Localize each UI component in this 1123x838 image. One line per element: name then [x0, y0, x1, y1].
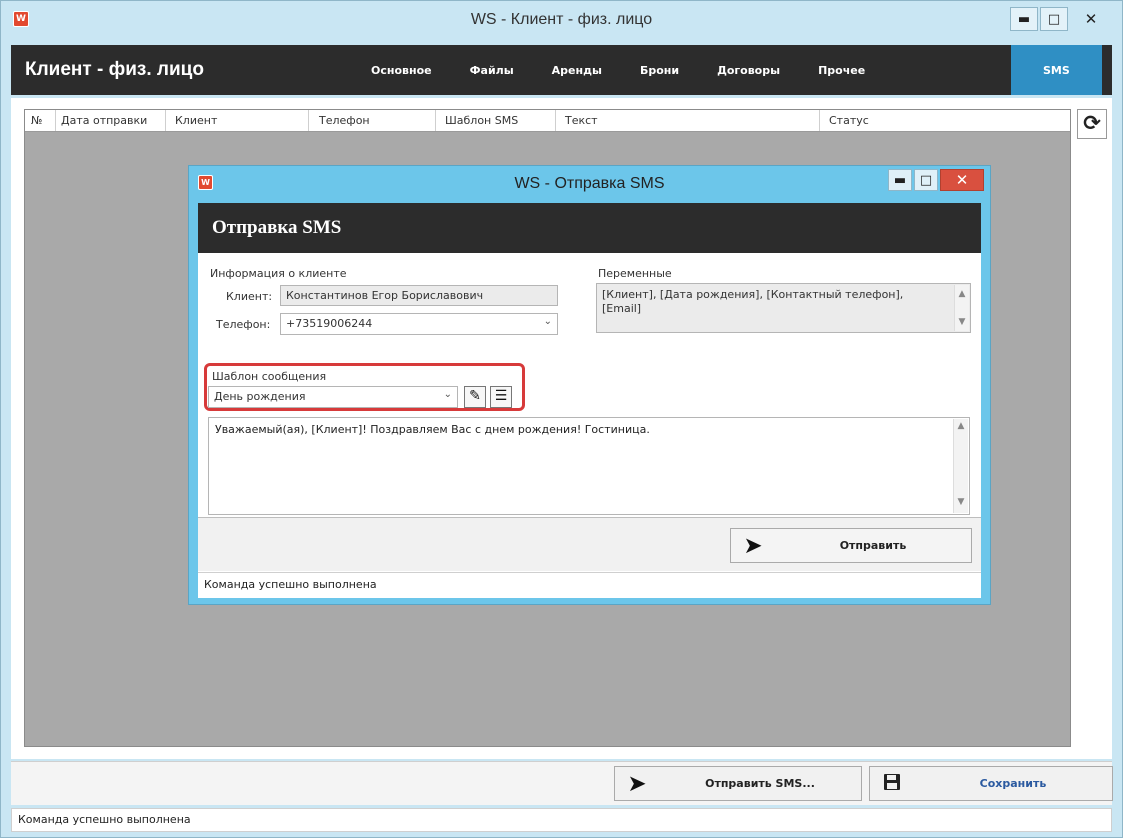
column-phone[interactable]: Телефон — [319, 114, 370, 127]
column-send-date[interactable]: Дата отправки — [61, 114, 147, 127]
column-number[interactable]: № — [31, 114, 42, 127]
tab-main[interactable]: Основное — [359, 45, 444, 95]
message-text: Уважаемый(ая), [Клиент]! Поздравляем Вас… — [215, 423, 650, 436]
save-icon — [870, 771, 914, 797]
client-header: Клиент - физ. лицо Основное Файлы Аренды… — [11, 45, 1112, 95]
client-field-label: Клиент: — [226, 290, 273, 303]
column-text[interactable]: Текст — [565, 114, 598, 127]
dialog-minimize-button[interactable]: ▬ — [888, 169, 912, 191]
column-template[interactable]: Шаблон SMS — [445, 114, 518, 127]
variables-text: [Клиент], [Дата рождения], [Контактный т… — [602, 288, 904, 315]
title-bar: W WS - Клиент - физ. лицо ▬ □ ✕ — [1, 1, 1122, 45]
phone-value: +73519006244 — [286, 317, 373, 330]
tab-rentals[interactable]: Аренды — [540, 45, 614, 95]
refresh-button[interactable]: ⟳ — [1077, 109, 1107, 139]
maximize-icon: □ — [1047, 11, 1061, 27]
column-divider — [555, 110, 556, 131]
dialog-content: Отправка SMS Информация о клиенте Клиент… — [198, 203, 981, 598]
message-textarea[interactable]: Уважаемый(ая), [Клиент]! Поздравляем Вас… — [208, 417, 970, 515]
send-sms-button[interactable]: ➤ Отправить SMS... — [614, 766, 862, 801]
maximize-icon: □ — [919, 172, 933, 188]
scroll-up-icon[interactable]: ▲ — [955, 287, 969, 301]
edit-template-button[interactable]: ✎ — [464, 386, 486, 408]
dialog-status-bar: Команда успешно выполнена — [198, 572, 981, 596]
scroll-down-icon[interactable]: ▼ — [955, 315, 969, 329]
tab-sms[interactable]: SMS — [1011, 45, 1102, 95]
bottom-toolbar: ➤ Отправить SMS... Сохранить — [11, 761, 1113, 805]
save-button[interactable]: Сохранить — [869, 766, 1113, 801]
column-status[interactable]: Статус — [829, 114, 869, 127]
close-icon: ✕ — [955, 171, 969, 189]
minimize-button[interactable]: ▬ — [1010, 7, 1038, 31]
tab-bookings[interactable]: Брони — [628, 45, 691, 95]
send-arrow-icon: ➤ — [743, 532, 763, 559]
send-label: Отправить — [839, 539, 907, 552]
scroll-up-icon[interactable]: ▲ — [954, 421, 968, 435]
close-icon: ✕ — [1084, 10, 1098, 28]
list-icon: ☰ — [494, 388, 508, 404]
client-name-field: Константинов Егор Бориславович — [280, 285, 558, 306]
tab-files[interactable]: Файлы — [458, 45, 526, 95]
tab-bar: Основное Файлы Аренды Брони Договоры Про… — [359, 45, 1102, 95]
maximize-button[interactable]: □ — [1040, 7, 1068, 31]
dialog-maximize-button[interactable]: □ — [914, 169, 938, 191]
status-bar: Команда успешно выполнена — [11, 808, 1112, 832]
window-title: WS - Клиент - физ. лицо — [470, 11, 653, 28]
table-header: № Дата отправки Клиент Телефон Шаблон SM… — [25, 110, 1070, 132]
tab-other[interactable]: Прочее — [806, 45, 877, 95]
refresh-icon: ⟳ — [1083, 111, 1101, 135]
column-divider — [435, 110, 436, 131]
column-client[interactable]: Клиент — [175, 114, 217, 127]
message-scrollbar[interactable]: ▲ ▼ — [953, 419, 968, 513]
send-sms-dialog: W WS - Отправка SMS ▬ □ ✕ Отправка SMS И… — [188, 165, 991, 605]
template-list-button[interactable]: ☰ — [490, 386, 512, 408]
column-divider — [819, 110, 820, 131]
dialog-header: Отправка SMS — [198, 203, 981, 253]
template-label: Шаблон сообщения — [212, 370, 327, 383]
dialog-actions: ➤ Отправить — [198, 517, 981, 571]
dialog-body: Информация о клиенте Клиент: Константино… — [198, 253, 981, 515]
dialog-close-button[interactable]: ✕ — [940, 169, 984, 191]
scroll-down-icon[interactable]: ▼ — [954, 497, 968, 511]
dialog-window-title: WS - Отправка SMS — [514, 175, 665, 192]
phone-select[interactable]: +73519006244 ⌄ — [280, 313, 558, 335]
minimize-icon: ▬ — [1017, 11, 1031, 27]
chevron-down-icon[interactable]: ⌄ — [544, 316, 552, 327]
variables-scrollbar[interactable]: ▲ ▼ — [954, 285, 969, 331]
dialog-window-controls: ▬ □ ✕ — [886, 169, 984, 191]
client-info-label: Информация о клиенте — [210, 267, 347, 280]
window-controls: ▬ □ ✕ — [1008, 7, 1112, 33]
variables-list[interactable]: [Клиент], [Дата рождения], [Контактный т… — [596, 283, 971, 333]
variables-label: Переменные — [598, 267, 672, 280]
send-sms-label: Отправить SMS... — [705, 777, 815, 790]
chevron-down-icon[interactable]: ⌄ — [444, 389, 452, 400]
page-title: Клиент - физ. лицо — [25, 59, 204, 80]
phone-field-label: Телефон: — [216, 318, 271, 331]
send-arrow-icon: ➤ — [627, 770, 647, 797]
column-divider — [308, 110, 309, 131]
send-button[interactable]: ➤ Отправить — [730, 528, 972, 563]
minimize-icon: ▬ — [893, 172, 907, 188]
tab-contracts[interactable]: Договоры — [705, 45, 792, 95]
save-label: Сохранить — [979, 777, 1047, 790]
template-select[interactable]: День рождения ⌄ — [208, 386, 458, 408]
close-button[interactable]: ✕ — [1070, 7, 1112, 31]
dialog-title-bar: W WS - Отправка SMS ▬ □ ✕ — [189, 166, 990, 202]
dialog-title: Отправка SMS — [212, 217, 342, 238]
column-divider — [165, 110, 166, 131]
pencil-icon: ✎ — [469, 388, 481, 404]
column-divider — [55, 110, 56, 131]
template-value: День рождения — [214, 390, 306, 403]
